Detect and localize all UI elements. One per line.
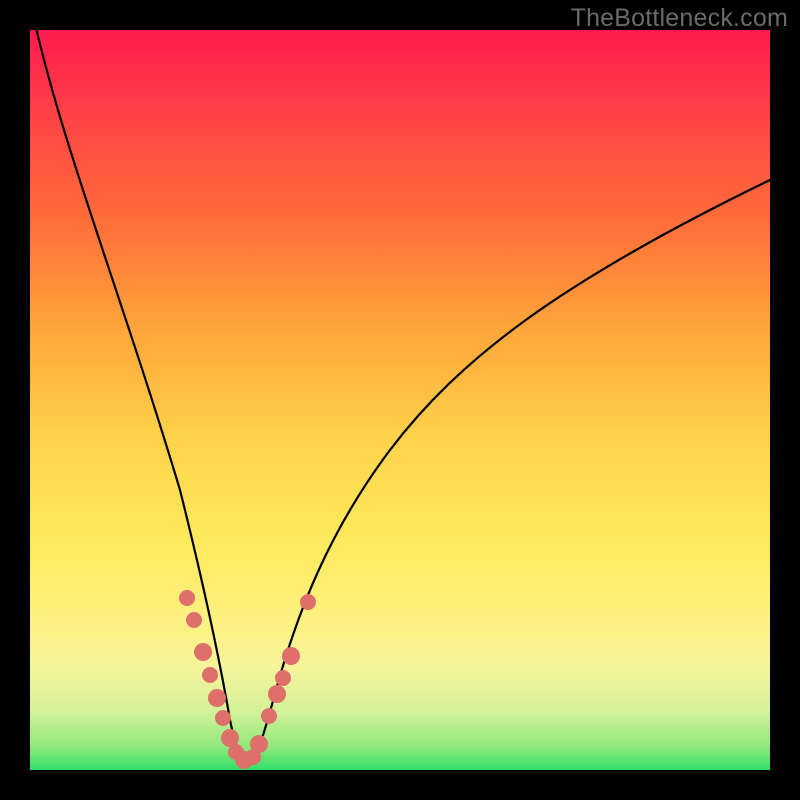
watermark-text: TheBottleneck.com <box>571 4 788 33</box>
plot-area <box>30 30 770 770</box>
dot <box>250 735 268 753</box>
dot <box>186 612 202 628</box>
dot <box>300 594 316 610</box>
dot <box>215 710 231 726</box>
dot <box>268 685 286 703</box>
bottleneck-curve <box>32 10 770 765</box>
chart-frame: TheBottleneck.com <box>0 0 800 800</box>
curve-svg <box>30 30 770 770</box>
dot <box>261 708 277 724</box>
dot <box>202 667 218 683</box>
dot <box>208 689 226 707</box>
dot <box>194 643 212 661</box>
dot <box>282 647 300 665</box>
highlight-dots <box>179 590 316 769</box>
dot <box>179 590 195 606</box>
dot <box>275 670 291 686</box>
